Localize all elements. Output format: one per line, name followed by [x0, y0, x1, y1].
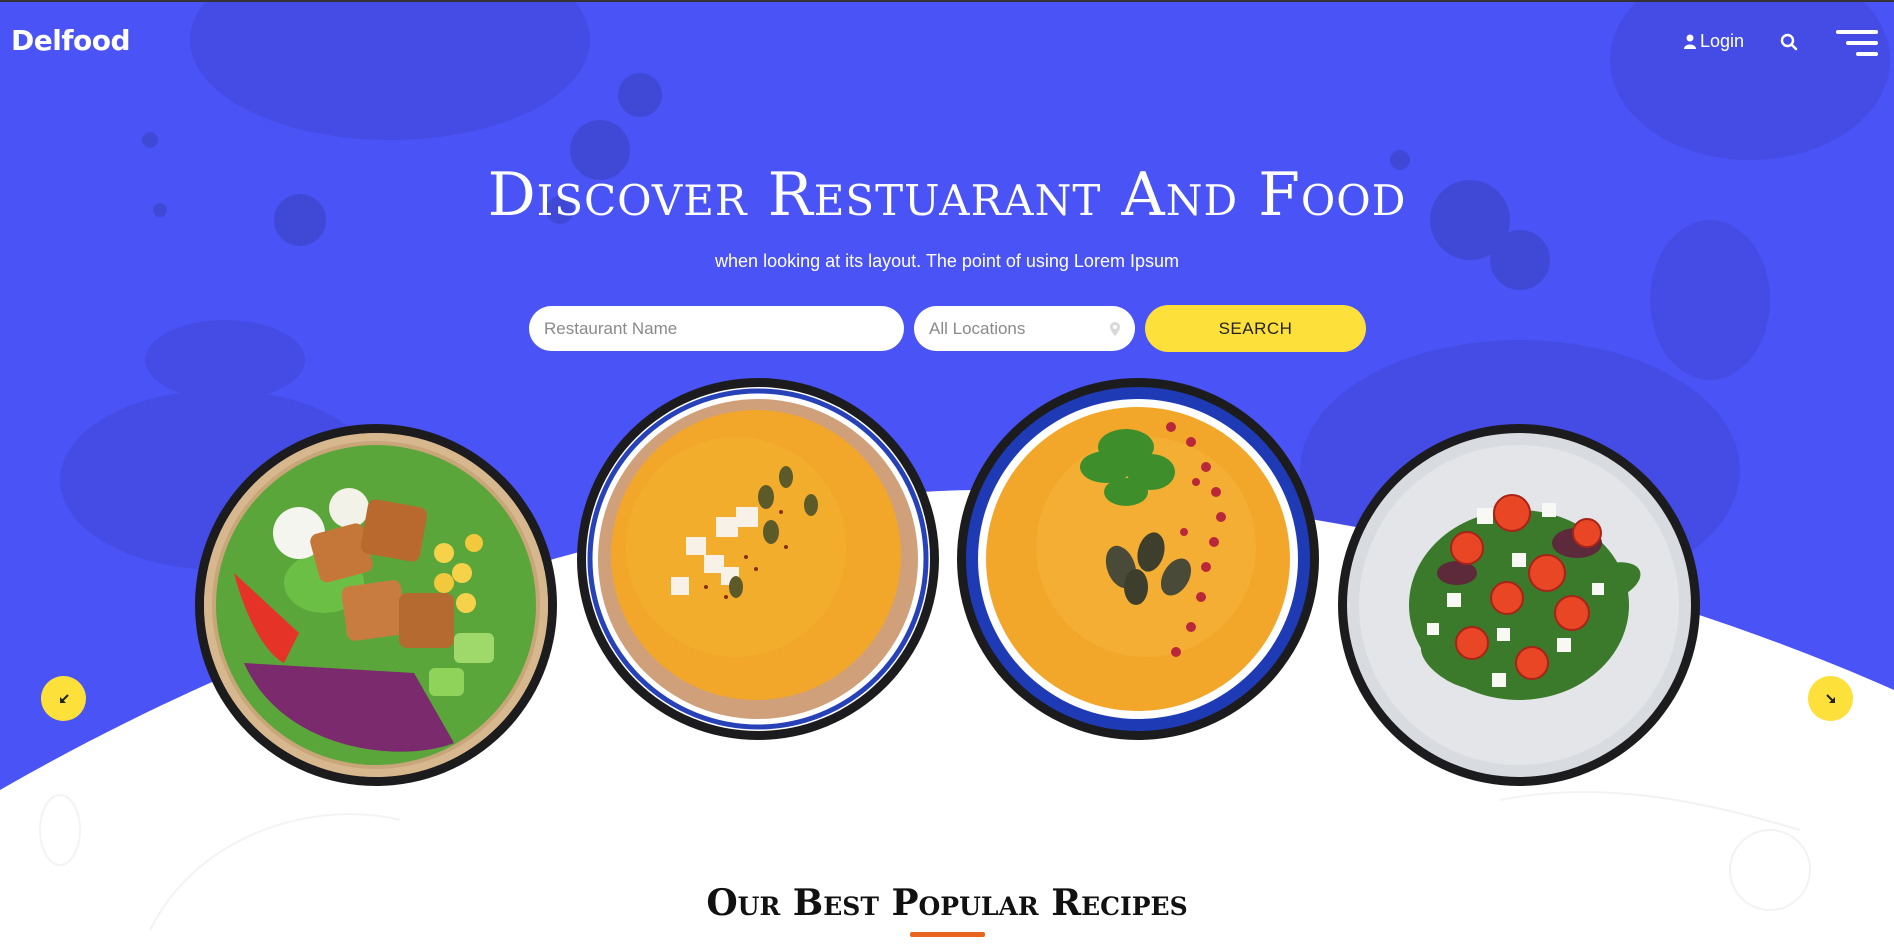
location-select[interactable]: All Locations [914, 306, 1135, 351]
login-label: Login [1700, 31, 1745, 51]
brand-logo[interactable]: Delfood [11, 24, 131, 57]
carousel-item-carrot-soup[interactable] [957, 378, 1319, 740]
restaurant-name-input[interactable] [529, 306, 904, 351]
search-button[interactable]: SEARCH [1145, 305, 1366, 352]
location-select-value: All Locations [929, 318, 1026, 338]
hero-section: Delfood Login Discover Restuarant And Fo… [0, 0, 1894, 945]
user-icon [1684, 34, 1696, 49]
carousel-prev-button[interactable] [41, 676, 86, 721]
carousel-item-greek-salad[interactable] [1338, 424, 1700, 786]
carousel-next-button[interactable] [1808, 676, 1853, 721]
search-icon[interactable] [1780, 33, 1798, 51]
map-pin-icon [1110, 321, 1120, 336]
top-border [0, 0, 1894, 2]
carrot-soup-image [966, 387, 1310, 731]
arrow-down-left-icon [59, 693, 69, 703]
menu-icon[interactable] [1836, 28, 1878, 58]
arrow-down-right-icon [1825, 693, 1835, 703]
greek-salad-image [1347, 433, 1691, 777]
salad-bowl-image [204, 433, 548, 777]
login-link[interactable]: Login [1684, 31, 1744, 52]
hero-subtitle: when looking at its layout. The point of… [715, 251, 1179, 271]
carousel-item-salad-bowl[interactable] [195, 424, 557, 786]
carousel-item-pumpkin-soup[interactable] [577, 378, 939, 740]
hero-title: Discover Restuarant And Food [487, 160, 1407, 230]
section-title-underline [910, 932, 985, 937]
pumpkin-soup-image [586, 387, 930, 731]
section-title: Our Best Popular Recipes [706, 882, 1188, 924]
